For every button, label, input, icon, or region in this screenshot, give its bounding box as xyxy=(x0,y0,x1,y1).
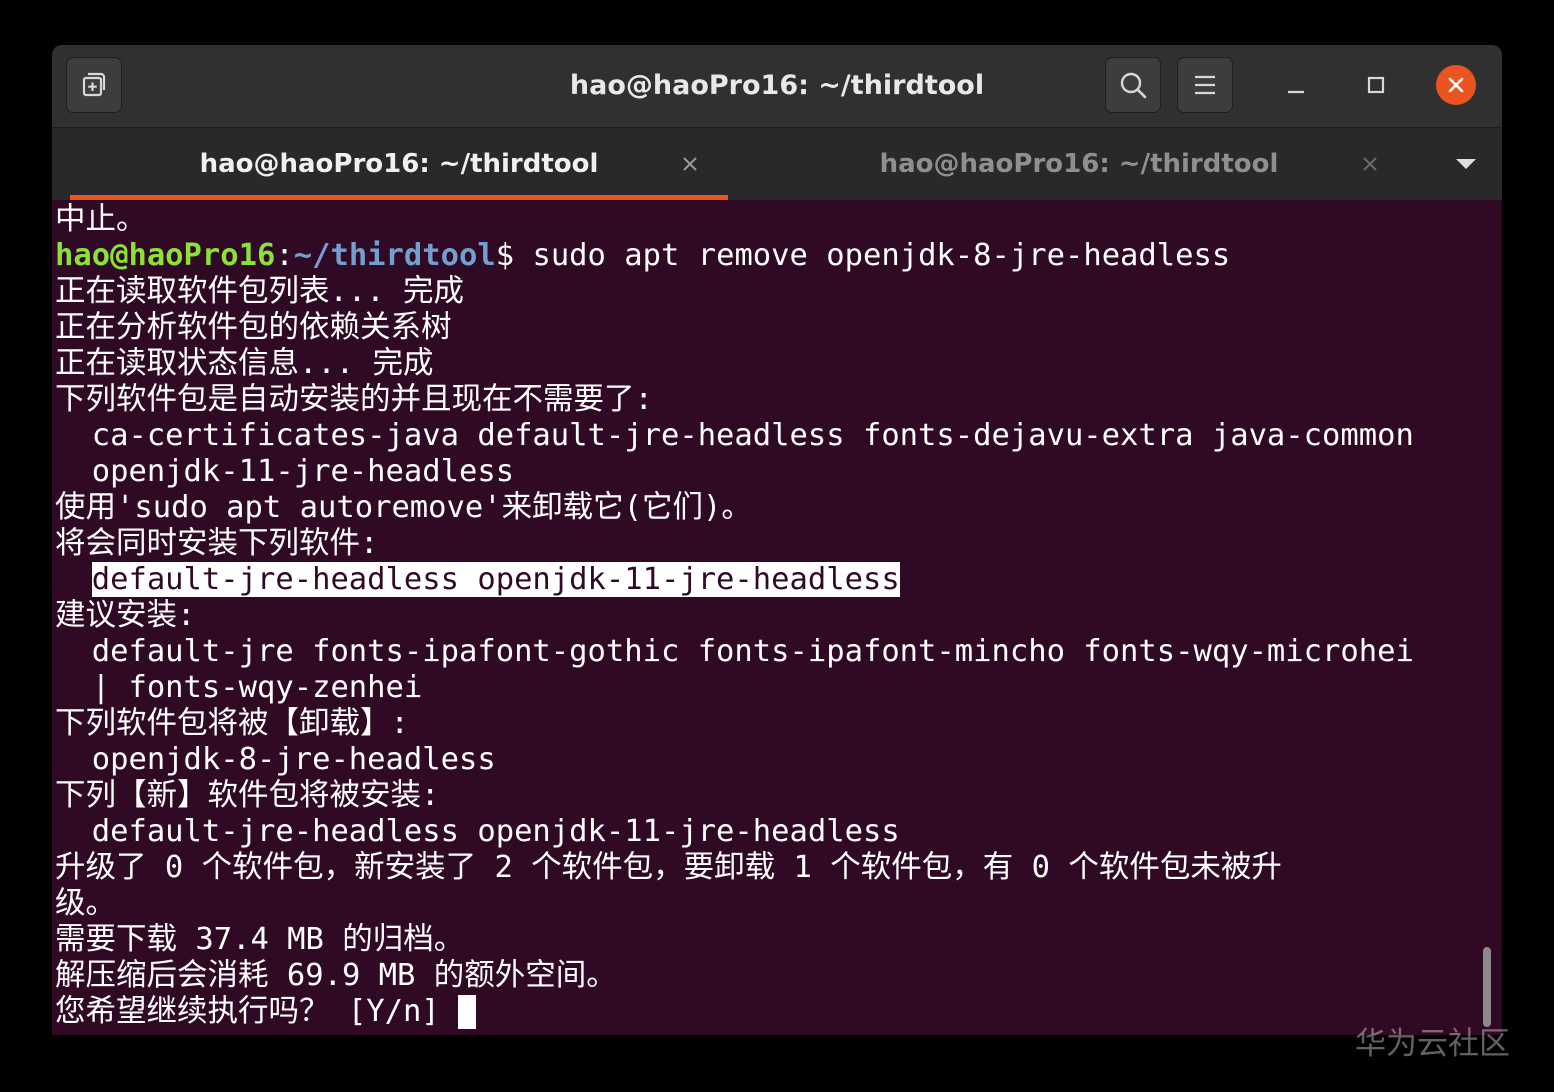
terminal-line: 将会同时安装下列软件: xyxy=(55,526,378,562)
terminal-line: 正在分析软件包的依赖关系树 xyxy=(55,310,452,346)
maximize-icon xyxy=(1367,76,1385,94)
terminal-text: openjdk-8-jre-headless xyxy=(55,742,496,777)
chevron-down-icon xyxy=(1456,159,1476,169)
tab-list-dropdown[interactable] xyxy=(1452,150,1480,178)
watermark: 华为云社区 xyxy=(1355,1026,1510,1062)
minimize-button[interactable] xyxy=(1268,57,1324,113)
terminal-text: ca-certificates-java default-jre-headles… xyxy=(55,418,1414,453)
search-button[interactable] xyxy=(1105,57,1161,113)
new-tab-button[interactable] xyxy=(66,57,122,113)
terminal-window: hao@haoPro16: ~/thirdtool hao@haoPro16: … xyxy=(52,45,1502,1035)
terminal-text: 中止。 xyxy=(55,202,147,237)
terminal-line: 解压缩后会消耗 69.9 MB 的额外空间。 xyxy=(55,958,617,994)
terminal-line: default-jre fonts-ipafont-gothic fonts-i… xyxy=(55,634,1414,670)
terminal-line: 下列软件包是自动安装的并且现在不需要了: xyxy=(55,382,653,418)
new-tab-icon xyxy=(82,72,106,97)
close-icon xyxy=(1363,157,1377,171)
terminal-text: 解压缩后会消耗 69.9 MB 的额外空间。 xyxy=(55,958,617,993)
tab-1-label: hao@haoPro16: ~/thirdtool xyxy=(199,149,599,179)
terminal-text: $ sudo apt remove openjdk-8-jre-headless xyxy=(495,238,1231,273)
search-icon xyxy=(1120,72,1147,99)
terminal-text: 下列软件包是自动安装的并且现在不需要了: xyxy=(55,382,653,417)
prompt-user: hao@haoPro16 xyxy=(55,238,276,273)
close-window-button[interactable] xyxy=(1428,57,1484,113)
terminal-line: 级。 xyxy=(55,886,116,922)
terminal-text: 建议安装: xyxy=(55,598,196,633)
tab-bar: hao@haoPro16: ~/thirdtool hao@haoPro16: … xyxy=(52,127,1502,200)
maximize-button[interactable] xyxy=(1348,57,1404,113)
terminal-line: 建议安装: xyxy=(55,598,195,634)
menu-button[interactable] xyxy=(1177,57,1233,113)
tab-1-close-button[interactable] xyxy=(676,150,704,178)
terminal-text: : xyxy=(275,238,294,273)
terminal-line: ca-certificates-java default-jre-headles… xyxy=(55,418,1414,454)
terminal-text: openjdk-11-jre-headless xyxy=(55,454,515,489)
terminal-output[interactable]: 中止。 hao@haoPro16:~/thirdtool$ sudo apt re… xyxy=(52,200,1502,1035)
prompt-path: ~/thirdtool xyxy=(293,238,496,273)
selected-text: default-jre-headless openjdk-11-jre-head… xyxy=(91,562,900,597)
close-icon xyxy=(683,157,697,171)
terminal-line: default-jre-headless openjdk-11-jre-head… xyxy=(55,814,900,850)
tab-2[interactable]: hao@haoPro16: ~/thirdtool xyxy=(746,128,1412,200)
terminal-line: 中止。 xyxy=(55,202,147,238)
minimize-icon xyxy=(1288,90,1304,94)
terminal-line: hao@haoPro16:~/thirdtool$ sudo apt remov… xyxy=(55,238,1230,274)
terminal-text: 下列【新】软件包将被安装: xyxy=(55,778,440,813)
terminal-line: 下列软件包将被【卸载】: xyxy=(55,706,409,742)
title-bar: hao@haoPro16: ~/thirdtool xyxy=(52,45,1502,127)
tab-2-close-button[interactable] xyxy=(1356,150,1384,178)
terminal-line: default-jre-headless openjdk-11-jre-head… xyxy=(55,562,900,598)
close-icon xyxy=(1448,77,1464,93)
terminal-text: 正在分析软件包的依赖关系树 xyxy=(55,310,452,345)
text-cursor xyxy=(458,995,476,1029)
terminal-line: openjdk-11-jre-headless xyxy=(55,454,514,490)
terminal-text: 将会同时安装下列软件: xyxy=(55,526,379,561)
terminal-line: 下列【新】软件包将被安装: xyxy=(55,778,439,814)
terminal-line: 升级了 0 个软件包，新安装了 2 个软件包，要卸载 1 个软件包，有 0 个软… xyxy=(55,850,1282,886)
terminal-line: 正在读取软件包列表... 完成 xyxy=(55,274,464,310)
terminal-text: | fonts-wqy-zenhei xyxy=(55,670,423,705)
terminal-line: 需要下载 37.4 MB 的归档。 xyxy=(55,922,464,958)
terminal-text: 正在读取状态信息... 完成 xyxy=(55,346,434,381)
terminal-text: 下列软件包将被【卸载】: xyxy=(55,706,409,741)
terminal-line: openjdk-8-jre-headless xyxy=(55,742,496,778)
terminal-line: 正在读取状态信息... 完成 xyxy=(55,346,433,382)
terminal-text: default-jre-headless openjdk-11-jre-head… xyxy=(55,814,900,849)
terminal-text: default-jre fonts-ipafont-gothic fonts-i… xyxy=(55,634,1414,669)
terminal-text: 级。 xyxy=(55,886,116,921)
terminal-line: | fonts-wqy-zenhei xyxy=(55,670,423,706)
terminal-text: 使用'sudo apt autoremove'来卸载它(它们)。 xyxy=(55,490,752,525)
tab-2-label: hao@haoPro16: ~/thirdtool xyxy=(879,149,1279,179)
tab-1[interactable]: hao@haoPro16: ~/thirdtool xyxy=(52,128,746,200)
terminal-line: 您希望继续执行吗？ [Y/n] xyxy=(55,994,458,1030)
terminal-text: 正在读取软件包列表... 完成 xyxy=(55,274,464,309)
terminal-line: 使用'sudo apt autoremove'来卸载它(它们)。 xyxy=(55,490,752,526)
terminal-text: 升级了 0 个软件包，新安装了 2 个软件包，要卸载 1 个软件包，有 0 个软… xyxy=(55,850,1282,885)
terminal-text: 您希望继续执行吗？ [Y/n] xyxy=(55,994,459,1029)
terminal-text: 需要下载 37.4 MB 的归档。 xyxy=(55,922,465,957)
hamburger-menu-icon xyxy=(1195,75,1215,95)
scrollbar[interactable] xyxy=(1483,947,1491,1027)
